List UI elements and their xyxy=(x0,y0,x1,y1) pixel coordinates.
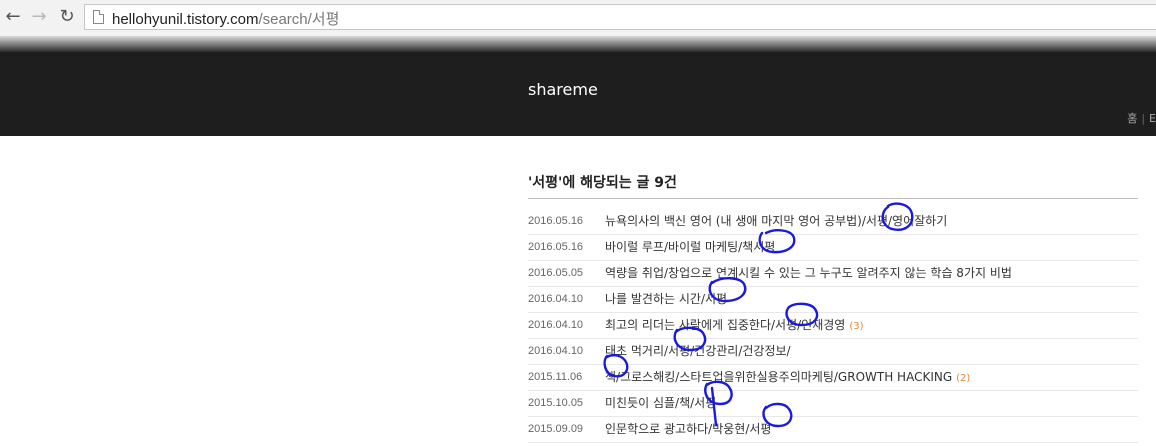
list-item[interactable]: 2016.04.10 최고의 리더는 사람에게 집중한다/서평/인재경영 (3) xyxy=(528,313,1138,339)
blog-title[interactable]: shareme xyxy=(528,80,598,99)
post-list: 2016.05.16 뉴욕의사의 백신 영어 (내 생애 마지막 영어 공부법)/… xyxy=(528,209,1138,443)
post-date: 2016.05.05 xyxy=(528,267,584,279)
menu-separator: | xyxy=(1141,112,1146,125)
post-title-text: 바이럴 루프/바이럴 마케팅/책서평 xyxy=(605,240,776,254)
post-title-link[interactable]: 바이럴 루프/바이럴 마케팅/책서평 xyxy=(605,235,775,260)
address-bar[interactable]: hellohyunil.tistory.com/search/서평 xyxy=(84,4,1156,30)
post-date: 2016.04.10 xyxy=(528,345,584,357)
post-title-text: 뉴욕의사의 백신 영어 (내 생애 마지막 영어 공부법)/서평/영어잘하기 xyxy=(605,214,948,228)
post-title-link[interactable]: 미친듯이 심플/책/서평 xyxy=(605,391,716,416)
post-title-link[interactable]: 책/그로스해킹/스타트업을위한실용주의마케팅/GROWTH HACKING (2) xyxy=(605,365,970,391)
post-date: 2016.04.10 xyxy=(528,319,584,331)
list-item[interactable]: 2016.04.10 태초 먹거리/서평/건강관리/건강정보/ xyxy=(528,339,1138,365)
list-item[interactable]: 2016.05.16 바이럴 루프/바이럴 마케팅/책서평 xyxy=(528,235,1138,261)
comment-count[interactable]: (2) xyxy=(956,373,970,384)
top-menu: 홈 | E xyxy=(1127,110,1156,126)
post-title-text: 태초 먹거리/서평/건강관리/건강정보/ xyxy=(605,344,791,358)
list-item[interactable]: 2016.04.10 나를 발견하는 시간/서평 xyxy=(528,287,1138,313)
post-title-text: 인문학으로 광고하다/박웅현/서평 xyxy=(605,422,772,436)
post-title-link[interactable]: 역량을 취업/창업으로 연계시킬 수 있는 그 누구도 알려주지 않는 학습 8… xyxy=(605,261,1012,286)
search-results: '서평'에 해당되는 글 9건 2016.05.16 뉴욕의사의 백신 영어 (내… xyxy=(528,168,1138,443)
post-title-text: 최고의 리더는 사람에게 집중한다/서평/인재경영 xyxy=(605,318,846,332)
search-heading: '서평'에 해당되는 글 9건 xyxy=(528,168,1138,199)
page-icon xyxy=(93,10,104,24)
post-title-link[interactable]: 나를 발견하는 시간/서평 xyxy=(605,287,727,312)
post-title-link[interactable]: 뉴욕의사의 백신 영어 (내 생애 마지막 영어 공부법)/서평/영어잘하기 xyxy=(605,209,947,234)
blog-header: shareme 홈 | E xyxy=(0,52,1156,136)
post-title-link[interactable]: 태초 먹거리/서평/건강관리/건강정보/ xyxy=(605,339,791,364)
list-item[interactable]: 2016.05.05 역량을 취업/창업으로 연계시킬 수 있는 그 누구도 알려… xyxy=(528,261,1138,287)
list-item[interactable]: 2015.10.05 미친듯이 심플/책/서평 xyxy=(528,391,1138,417)
forward-arrow-icon[interactable]: → xyxy=(28,6,50,28)
post-date: 2015.11.06 xyxy=(528,371,583,383)
list-item[interactable]: 2016.05.16 뉴욕의사의 백신 영어 (내 생애 마지막 영어 공부법)/… xyxy=(528,209,1138,235)
post-date: 2015.10.05 xyxy=(528,397,584,409)
post-date: 2016.04.10 xyxy=(528,293,584,305)
post-title-link[interactable]: 최고의 리더는 사람에게 집중한다/서평/인재경영 (3) xyxy=(605,313,864,339)
post-title-text: 책/그로스해킹/스타트업을위한실용주의마케팅/GROWTH HACKING xyxy=(605,370,953,384)
menu-item-tag[interactable]: E xyxy=(1149,112,1156,125)
url-text[interactable]: hellohyunil.tistory.com/search/서평 xyxy=(112,8,339,29)
post-date: 2016.05.16 xyxy=(528,215,584,227)
list-item[interactable]: 2015.09.09 인문학으로 광고하다/박웅현/서평 xyxy=(528,417,1138,443)
menu-item-home[interactable]: 홈 xyxy=(1127,112,1137,125)
post-title-text: 미친듯이 심플/책/서평 xyxy=(605,396,717,410)
reload-icon[interactable]: ↻ xyxy=(56,6,78,28)
browser-toolbar: ← → ↻ hellohyunil.tistory.com/search/서평 xyxy=(0,0,1156,36)
list-item[interactable]: 2015.11.06 책/그로스해킹/스타트업을위한실용주의마케팅/GROWTH … xyxy=(528,365,1138,391)
post-title-text: 역량을 취업/창업으로 연계시킬 수 있는 그 누구도 알려주지 않는 학습 8… xyxy=(605,266,1012,280)
back-arrow-icon[interactable]: ← xyxy=(2,6,24,28)
toolbar-shadow xyxy=(0,36,1156,52)
post-title-link[interactable]: 인문학으로 광고하다/박웅현/서평 xyxy=(605,417,771,442)
post-date: 2016.05.16 xyxy=(528,241,584,253)
comment-count[interactable]: (3) xyxy=(849,321,863,332)
post-title-text: 나를 발견하는 시간/서평 xyxy=(605,292,728,306)
url-host: hellohyunil.tistory.com xyxy=(112,11,259,28)
post-date: 2015.09.09 xyxy=(528,423,584,435)
url-path: /search/서평 xyxy=(258,11,340,28)
